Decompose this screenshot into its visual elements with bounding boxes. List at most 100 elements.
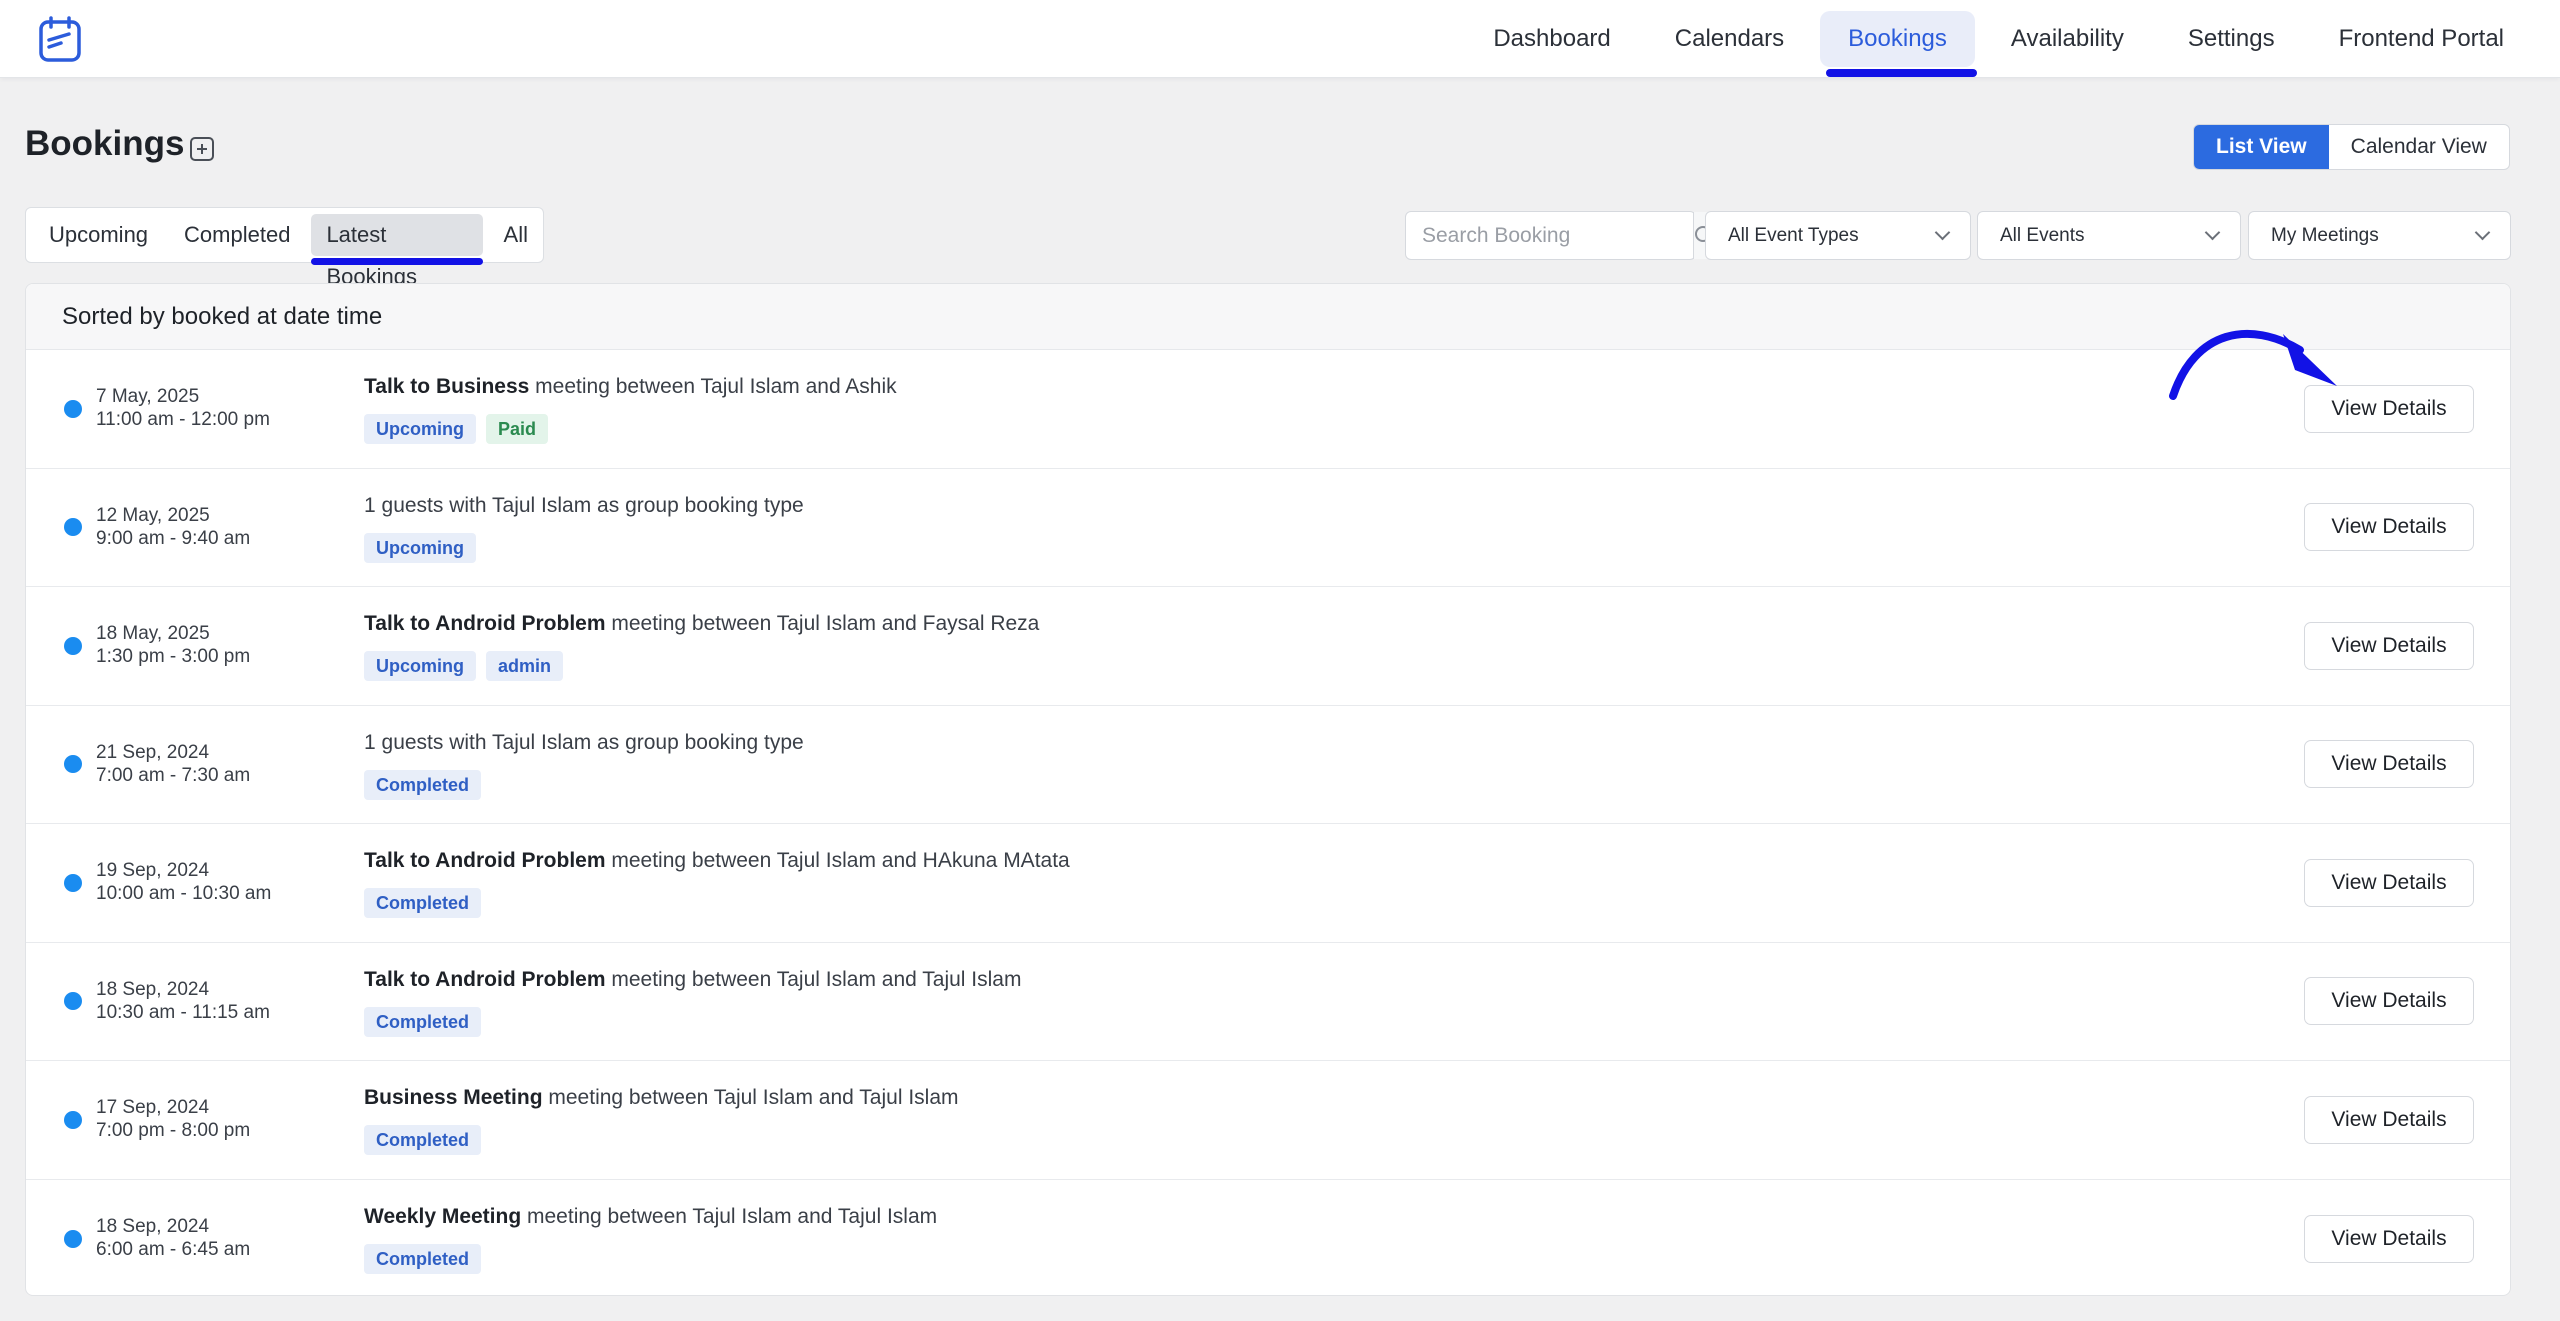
tab-latest-bookings[interactable]: Latest Bookings: [311, 214, 483, 289]
badge-group: Upcoming Paid: [364, 414, 549, 444]
booking-title: Weekly Meeting meeting between Tajul Isl…: [364, 1205, 937, 1229]
annotation-underline: [311, 258, 483, 265]
booking-datetime: 21 Sep, 2024 7:00 am - 7:30 am: [96, 741, 250, 787]
status-badge: Upcoming: [364, 532, 476, 563]
booking-title: Talk to Android Problem meeting between …: [364, 968, 1021, 992]
status-dot: [64, 873, 82, 892]
status-badge: Completed: [364, 1243, 482, 1274]
booking-description: 1 guests with Tajul Islam as group booki…: [364, 493, 804, 517]
booking-title: Business Meeting meeting between Tajul I…: [364, 1086, 959, 1110]
booking-datetime: 18 May, 2025 1:30 pm - 3:00 pm: [96, 622, 250, 668]
booking-row: 7 May, 2025 11:00 am - 12:00 pm Talk to Bu…: [26, 350, 2510, 469]
event-type-select[interactable]: All Event Types: [1705, 211, 1971, 260]
view-details-button[interactable]: View Details: [2304, 740, 2474, 789]
view-details-button[interactable]: View Details: [2304, 977, 2474, 1026]
booking-title: 1 guests with Tajul Islam as group booki…: [364, 731, 804, 755]
booking-row: 19 Sep, 2024 10:00 am - 10:30 am Talk to A…: [26, 824, 2510, 943]
status-dot: [64, 518, 82, 537]
status-badge: Upcoming: [364, 414, 476, 444]
nav-settings[interactable]: Settings: [2160, 11, 2303, 67]
booking-row: 12 May, 2025 9:00 am - 9:40 am 1 guests wi…: [26, 469, 2510, 587]
nav-frontend-portal[interactable]: Frontend Portal: [2311, 11, 2532, 67]
booking-date: 18 Sep, 2024: [96, 1215, 210, 1237]
list-view-button[interactable]: List View: [2194, 125, 2329, 169]
calendar-view-button[interactable]: Calendar View: [2329, 125, 2509, 169]
booking-time: 10:00 am - 10:30 am: [96, 883, 272, 904]
nav-bookings-label: Bookings: [1848, 25, 1947, 52]
booking-date: 18 Sep, 2024: [96, 978, 210, 1000]
nav-calendars-label: Calendars: [1674, 25, 1785, 52]
calendar-logo-icon[interactable]: [36, 16, 86, 64]
main-nav: Dashboard Calendars Bookings Availabilit…: [1465, 10, 2532, 77]
booking-time: 7:00 am - 7:30 am: [96, 764, 251, 786]
nav-frontend-portal-label: Frontend Portal: [2338, 25, 2504, 52]
badge-group: Completed: [364, 1243, 482, 1274]
chevron-down-icon: [2474, 224, 2491, 241]
view-details-button[interactable]: View Details: [2304, 1214, 2474, 1263]
booking-time: 6:00 am - 6:45 am: [96, 1238, 251, 1260]
plus-square-icon[interactable]: [190, 137, 214, 161]
page-title: Bookings: [25, 124, 185, 163]
booking-date: 17 Sep, 2024: [96, 1097, 210, 1118]
booking-row: 18 Sep, 2024 6:00 am - 6:45 am Weekly Meet…: [26, 1180, 2510, 1296]
booking-datetime: 7 May, 2025 11:00 am - 12:00 pm: [96, 385, 270, 431]
status-dot: [64, 755, 82, 774]
booking-datetime: 19 Sep, 2024 10:00 am - 10:30 am: [96, 859, 271, 905]
badge-group: Completed: [364, 1006, 482, 1037]
booking-description: meeting between Tajul Islam and Faysal R…: [605, 612, 1040, 635]
status-badge: admin: [486, 651, 564, 681]
list-sort-header: Sorted by booked at date time: [26, 284, 2510, 350]
booking-datetime: 18 Sep, 2024 10:30 am - 11:15 am: [96, 978, 270, 1024]
events-select[interactable]: All Events: [1977, 211, 2241, 260]
status-badge: Upcoming: [364, 651, 476, 681]
meetings-select[interactable]: My Meetings: [2248, 211, 2511, 260]
nav-availability-label: Availability: [2010, 25, 2124, 52]
booking-event-name: Talk to Android Problem: [364, 967, 606, 991]
view-details-button[interactable]: View Details: [2304, 621, 2474, 670]
status-badge: Completed: [364, 769, 482, 800]
booking-event-name: Talk to Business: [364, 375, 530, 398]
chevron-down-icon: [2204, 224, 2221, 241]
booking-description: meeting between Tajul Islam and HAkuna M…: [605, 849, 1070, 872]
booking-time: 9:00 am - 9:40 am: [96, 527, 251, 549]
booking-description: meeting between Tajul Islam and Tajul Is…: [521, 1204, 938, 1228]
booking-time: 10:30 am - 11:15 am: [96, 1001, 270, 1023]
tab-all[interactable]: All: [489, 214, 543, 256]
badge-group: Completed: [364, 1125, 482, 1155]
view-toggle: List View Calendar View: [2193, 124, 2510, 170]
tab-completed[interactable]: Completed: [169, 214, 305, 256]
status-badge: Paid: [486, 414, 549, 444]
booking-datetime: 18 Sep, 2024 6:00 am - 6:45 am: [96, 1215, 250, 1261]
search-input[interactable]: [1406, 212, 1693, 259]
booking-title: Talk to Business meeting between Tajul I…: [364, 375, 897, 399]
status-badge: Completed: [364, 1006, 482, 1037]
view-details-button[interactable]: View Details: [2304, 503, 2474, 552]
nav-bookings[interactable]: Bookings: [1820, 11, 1977, 77]
booking-row: 21 Sep, 2024 7:00 am - 7:30 am 1 guests wi…: [26, 706, 2510, 824]
status-dot: [64, 992, 82, 1011]
view-details-button[interactable]: View Details: [2304, 1095, 2474, 1144]
tab-latest-bookings-label: Latest Bookings: [326, 222, 417, 289]
booking-time: 1:30 pm - 3:00 pm: [96, 646, 251, 667]
booking-event-name: Business Meeting: [364, 1086, 543, 1109]
nav-availability[interactable]: Availability: [1983, 11, 2152, 67]
booking-event-name: Talk to Android Problem: [364, 612, 606, 635]
nav-dashboard[interactable]: Dashboard: [1465, 11, 1638, 67]
booking-date: 21 Sep, 2024: [96, 741, 210, 763]
booking-description: meeting between Tajul Islam and Tajul Is…: [542, 1086, 959, 1109]
top-navigation-bar: Dashboard Calendars Bookings Availabilit…: [0, 0, 2560, 78]
badge-group: Completed: [364, 888, 482, 918]
booking-time: 11:00 am - 12:00 pm: [96, 409, 270, 430]
nav-calendars[interactable]: Calendars: [1647, 11, 1812, 67]
booking-event-name: Weekly Meeting: [364, 1204, 522, 1228]
view-details-button[interactable]: View Details: [2304, 858, 2474, 907]
booking-title: Talk to Android Problem meeting between …: [364, 849, 1070, 873]
booking-description: 1 guests with Tajul Islam as group booki…: [364, 730, 804, 754]
booking-date: 12 May, 2025: [96, 504, 210, 526]
nav-dashboard-label: Dashboard: [1493, 25, 1611, 52]
tab-upcoming[interactable]: Upcoming: [34, 214, 163, 256]
meetings-select-value: My Meetings: [2271, 225, 2379, 246]
chevron-down-icon: [1934, 224, 1951, 241]
annotation-arrow-icon: [2169, 329, 2337, 400]
annotation-underline: [1826, 69, 1977, 77]
